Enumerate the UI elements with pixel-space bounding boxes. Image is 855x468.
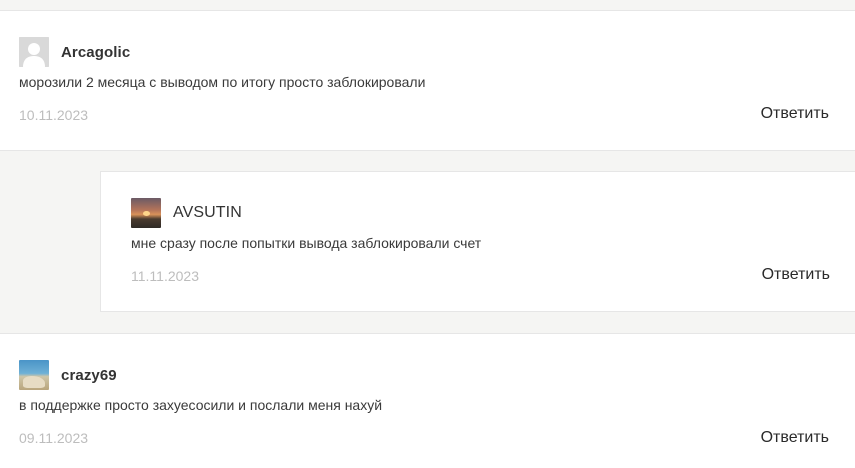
comment-header: Arcagolic — [19, 37, 130, 67]
comment-date: 11.11.2023 — [131, 268, 199, 284]
comment-card: Arcagolic морозили 2 месяца с выводом по… — [0, 10, 855, 151]
comment-text: морозили 2 месяца с выводом по итогу про… — [19, 74, 426, 90]
reply-comment-card: AVSUTIN мне сразу после попытки вывода з… — [100, 171, 855, 312]
comment-author[interactable]: crazy69 — [61, 367, 117, 384]
comment-text: в поддержке просто захуесосили и послали… — [19, 397, 383, 413]
comment-card: crazy69 в поддержке просто захуесосили и… — [0, 333, 855, 468]
comment-header: AVSUTIN — [131, 198, 242, 228]
reply-button[interactable]: Ответить — [761, 105, 829, 123]
comment-author[interactable]: AVSUTIN — [173, 204, 242, 222]
comment-header: crazy69 — [19, 360, 117, 390]
comment-text: мне сразу после попытки вывода заблокиро… — [131, 235, 482, 251]
avatar[interactable] — [19, 360, 49, 390]
reply-button[interactable]: Ответить — [761, 429, 829, 447]
comment-date: 10.11.2023 — [19, 107, 89, 123]
sunset-photo-icon — [143, 211, 150, 216]
comment-date: 09.11.2023 — [19, 430, 89, 446]
comments-page: Arcagolic морозили 2 месяца с выводом по… — [0, 0, 855, 468]
comment-author[interactable]: Arcagolic — [61, 44, 130, 61]
avatar[interactable] — [19, 37, 49, 67]
avatar[interactable] — [131, 198, 161, 228]
default-user-icon — [19, 37, 49, 67]
reply-button[interactable]: Ответить — [762, 266, 830, 284]
beach-photo-icon — [23, 376, 45, 388]
